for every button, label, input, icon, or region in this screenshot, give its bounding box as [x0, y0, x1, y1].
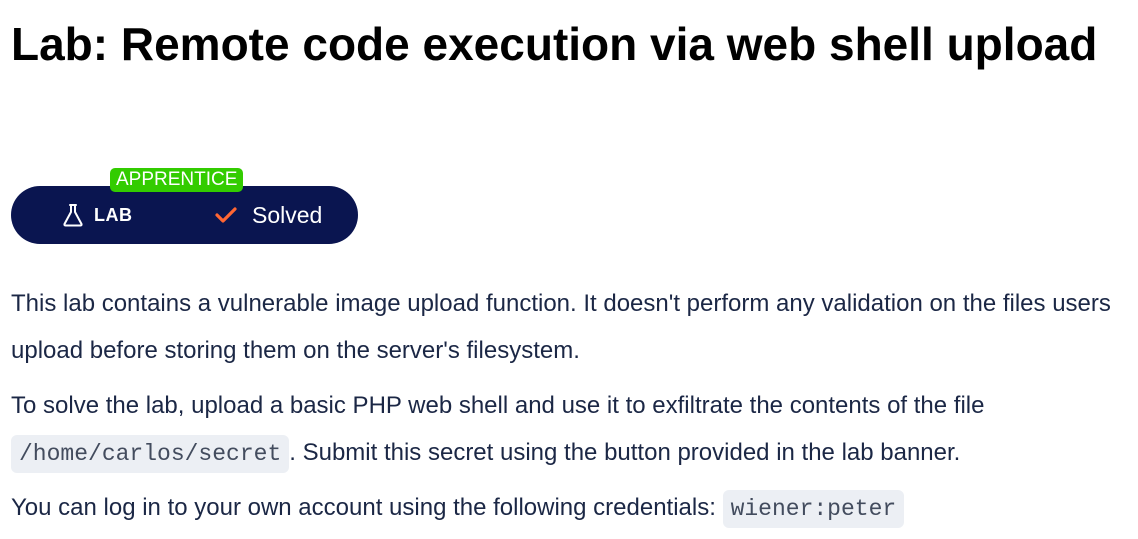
lab-description: This lab contains a vulnerable image upl… [11, 290, 1111, 364]
lab-instructions: To solve the lab, upload a basic PHP web… [11, 382, 1131, 478]
lab-solved-status: Solved [214, 201, 322, 229]
flask-icon [63, 204, 83, 227]
status-label: Solved [252, 201, 323, 228]
lab-credentials: You can log in to your own account using… [11, 484, 1131, 533]
instructions-text-start: To solve the lab, upload a basic PHP web… [11, 392, 985, 419]
lab-page: Lab: Remote code execution via web shell… [0, 0, 1138, 539]
lab-type-indicator: LAB [62, 201, 133, 229]
credentials-value: wiener:peter [722, 490, 905, 528]
secret-file-path: /home/carlos/secret [11, 435, 290, 473]
page-title: Lab: Remote code execution via web shell… [11, 18, 1098, 70]
credentials-text: You can log in to your own account using… [11, 494, 723, 521]
instructions-text-end: . Submit this secret using the button pr… [289, 439, 961, 466]
difficulty-level-tag: APPRENTICE [110, 168, 244, 192]
lab-type-label: LAB [94, 204, 133, 225]
check-icon [215, 207, 237, 223]
